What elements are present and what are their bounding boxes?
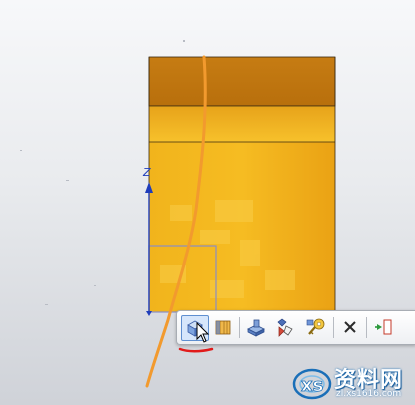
draft-icon bbox=[277, 318, 293, 337]
properties-button[interactable] bbox=[303, 315, 329, 339]
mouse-cursor-icon bbox=[196, 322, 210, 343]
toolbar-separator bbox=[333, 317, 334, 338]
axis-z-label: Z bbox=[143, 166, 151, 179]
revolve-icon bbox=[215, 320, 231, 335]
delete-x-icon bbox=[344, 321, 356, 333]
properties-key-icon bbox=[306, 318, 325, 335]
part-transition-band[interactable] bbox=[149, 106, 335, 142]
draft-button[interactable] bbox=[272, 315, 298, 339]
watermark-url: zl.xs1616.com bbox=[336, 389, 402, 399]
quick-access-toolbar bbox=[176, 310, 415, 345]
part-top-face[interactable] bbox=[148, 56, 336, 107]
watermark: xs 资料网 zl.xs1616.com bbox=[288, 360, 415, 405]
annotation-underline bbox=[178, 347, 214, 353]
xs-logo-icon: xs bbox=[292, 368, 332, 400]
toolbar-separator bbox=[366, 317, 367, 338]
move-button[interactable] bbox=[371, 315, 397, 339]
delete-button[interactable] bbox=[337, 315, 363, 339]
move-arrow-icon bbox=[375, 319, 392, 335]
toolbar-separator bbox=[239, 317, 240, 338]
svg-text:xs: xs bbox=[301, 375, 323, 396]
revolve-button[interactable] bbox=[210, 315, 236, 339]
shell-icon bbox=[247, 319, 265, 337]
3d-viewport[interactable]: Z xs 资料网 zl.xs1616.com bbox=[0, 0, 415, 405]
shell-button[interactable] bbox=[243, 315, 269, 339]
